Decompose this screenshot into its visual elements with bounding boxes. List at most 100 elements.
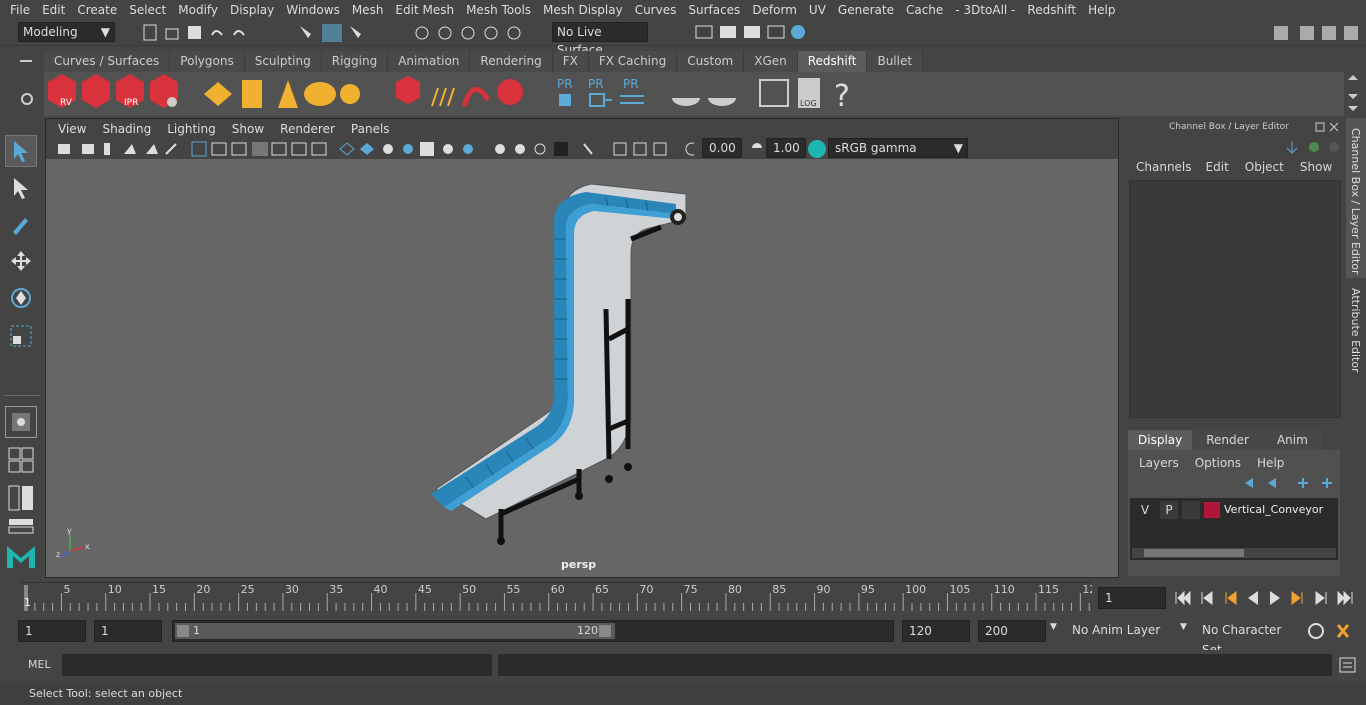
options-menu[interactable]: Options: [1187, 456, 1249, 470]
range-slider-bar[interactable]: 1 120: [175, 623, 615, 639]
menu-mesh[interactable]: Mesh: [346, 3, 390, 17]
tab-display[interactable]: Display: [1128, 430, 1193, 450]
scale-tool-button[interactable]: [5, 320, 37, 352]
menu-surfaces[interactable]: Surfaces: [682, 3, 746, 17]
layer-visibility-toggle[interactable]: V: [1136, 501, 1154, 519]
menu-mesh-tools[interactable]: Mesh Tools: [460, 3, 537, 17]
show-menu[interactable]: Show: [1292, 160, 1340, 178]
menu-deform[interactable]: Deform: [746, 3, 803, 17]
vp-menu-renderer[interactable]: Renderer: [272, 122, 343, 136]
anim-layer-dropdown[interactable]: No Anim Layer: [1066, 620, 1174, 642]
range-slider-right-handle[interactable]: [599, 625, 611, 637]
shelf-gear-icon[interactable]: [18, 90, 36, 108]
redo-icon: [233, 30, 245, 36]
layer-scroll-thumb[interactable]: [1144, 549, 1244, 557]
time-slider[interactable]: 5 10 15 20 25 30 35 40 45 50 55 60 65 70 75 80 85 90 95 100…: [20, 582, 1096, 612]
side-tab-channel-box[interactable]: Channel Box / Layer Editor: [1346, 118, 1366, 278]
viewport-canvas[interactable]: x y z persp: [46, 159, 1118, 577]
vp-menu-panels[interactable]: Panels: [343, 122, 398, 136]
edit-menu[interactable]: Edit: [1198, 160, 1237, 178]
gamma-field[interactable]: 1.00: [766, 138, 806, 158]
menu-help[interactable]: Help: [1082, 3, 1121, 17]
live-surface-field[interactable]: No Live Surface: [552, 22, 648, 57]
tab-curves-surfaces[interactable]: Curves / Surfaces: [44, 51, 171, 72]
exposure-field[interactable]: 0.00: [702, 138, 742, 158]
time-slider-ticks: 5 10 15 20 25 30 35 40 45 50 55 60 65 70 75 80 85 90 95 100…: [24, 583, 1096, 611]
vp-menu-show[interactable]: Show: [224, 122, 272, 136]
menu-3dtoall[interactable]: - 3DtoAll -: [949, 3, 1021, 17]
script-editor-icon[interactable]: [1338, 656, 1358, 674]
tab-custom[interactable]: Custom: [677, 51, 745, 72]
tab-render[interactable]: Render: [1192, 430, 1263, 450]
character-set-dropdown[interactable]: No Character Set: [1196, 620, 1296, 657]
range-slider-start-label: 1: [193, 624, 200, 637]
tab-fx-caching[interactable]: FX Caching: [588, 51, 678, 72]
range-slider[interactable]: 1 120: [172, 620, 894, 642]
vp-menu-lighting[interactable]: Lighting: [159, 122, 224, 136]
side-tab-attribute-editor[interactable]: Attribute Editor: [1346, 280, 1366, 380]
menu-curves[interactable]: Curves: [629, 3, 683, 17]
tab-bullet[interactable]: Bullet: [867, 51, 924, 72]
channels-menu[interactable]: Channels: [1124, 160, 1198, 178]
tab-redshift[interactable]: Redshift: [797, 51, 868, 72]
menu-generate[interactable]: Generate: [832, 3, 900, 17]
layer-scrollbar[interactable]: [1132, 548, 1336, 558]
channel-box-panel: Channel Box / Layer Editor Channels Edit…: [1124, 118, 1346, 578]
chevron-down-icon[interactable]: ▼: [1180, 622, 1187, 632]
colorspace-dropdown[interactable]: sRGB gamma ▼: [828, 138, 968, 158]
shelf-settings-icon[interactable]: [18, 52, 36, 70]
color-management-icon[interactable]: [808, 140, 826, 158]
workspace-icons: [1274, 26, 1358, 40]
move-tool-button[interactable]: [5, 245, 37, 277]
start-time-field[interactable]: 1: [18, 620, 86, 642]
menu-windows[interactable]: Windows: [280, 3, 346, 17]
vp-menu-view[interactable]: View: [50, 122, 94, 136]
lasso-tool-button[interactable]: [5, 172, 37, 204]
end-time-field[interactable]: 200: [978, 620, 1046, 642]
tab-fx[interactable]: FX: [552, 51, 589, 72]
tab-rendering[interactable]: Rendering: [470, 51, 553, 72]
vp-menu-shading[interactable]: Shading: [94, 122, 159, 136]
tab-anim[interactable]: Anim: [1262, 430, 1322, 450]
layer-color-swatch[interactable]: [1204, 502, 1220, 518]
tab-animation[interactable]: Animation: [388, 51, 471, 72]
workspace-dropdown[interactable]: Modeling ▼: [18, 22, 115, 42]
playback-start-field[interactable]: 1: [94, 620, 162, 642]
menu-uv[interactable]: UV: [803, 3, 832, 17]
range-slider-left-handle[interactable]: [177, 625, 189, 637]
layers-menu[interactable]: Layers: [1128, 456, 1187, 470]
tab-polygons[interactable]: Polygons: [170, 51, 245, 72]
single-view-button[interactable]: [5, 406, 37, 438]
four-view-button[interactable]: [5, 444, 37, 476]
menu-edit-mesh[interactable]: Edit Mesh: [389, 3, 460, 17]
menu-cache[interactable]: Cache: [900, 3, 949, 17]
menu-redshift[interactable]: Redshift: [1021, 3, 1082, 17]
conveyor-model[interactable]: x y z: [46, 159, 1118, 577]
layer-playback-toggle[interactable]: P: [1160, 501, 1178, 519]
tab-rigging[interactable]: Rigging: [321, 51, 389, 72]
menu-modify[interactable]: Modify: [172, 3, 224, 17]
menu-mesh-display[interactable]: Mesh Display: [537, 3, 629, 17]
menu-edit[interactable]: Edit: [36, 3, 71, 17]
layer-row[interactable]: V P Vertical_Conveyor: [1132, 501, 1336, 519]
menu-display[interactable]: Display: [224, 3, 280, 17]
channel-list[interactable]: [1129, 180, 1341, 418]
help-menu[interactable]: Help: [1249, 456, 1292, 470]
chevron-down-icon[interactable]: ▼: [1050, 622, 1057, 632]
mel-label[interactable]: MEL: [28, 658, 51, 671]
paint-select-button[interactable]: [5, 208, 37, 240]
menu-file[interactable]: File: [4, 3, 36, 17]
menu-create[interactable]: Create: [71, 3, 123, 17]
shelf-scroll-arrows[interactable]: [1346, 74, 1360, 114]
chevron-down-icon: ▼: [953, 141, 963, 155]
rotate-tool-button[interactable]: [5, 282, 37, 314]
tab-sculpting[interactable]: Sculpting: [244, 51, 322, 72]
object-menu[interactable]: Object: [1237, 160, 1292, 178]
playback-end-field[interactable]: 120: [902, 620, 970, 642]
mel-command-input[interactable]: [62, 654, 492, 676]
select-tool-button[interactable]: [5, 135, 37, 167]
tab-xgen[interactable]: XGen: [744, 51, 798, 72]
current-frame-field[interactable]: 1: [1098, 587, 1166, 609]
menu-select[interactable]: Select: [123, 3, 172, 17]
layer-display-type[interactable]: [1182, 501, 1200, 519]
